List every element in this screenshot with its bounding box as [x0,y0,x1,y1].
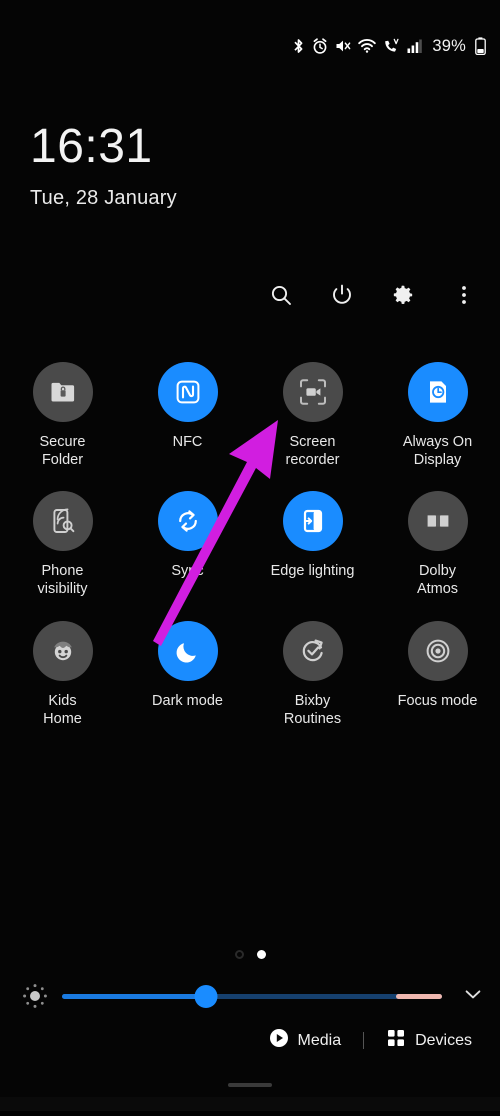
settings-gear-icon [391,283,415,307]
expand-brightness-button[interactable] [460,983,486,1009]
slider-thumb[interactable] [194,984,218,1008]
tile-icon-wrap [157,362,218,422]
tile-kids-home[interactable]: Kids Home [0,620,125,728]
status-icon-group: 39% [292,37,486,56]
tile-label: Phone visibility [37,563,88,598]
volte-call-icon [383,38,400,54]
tile-nfc[interactable]: NFC [125,362,250,469]
power-icon [330,283,354,307]
chevron-down-icon [461,982,485,1011]
search-icon [269,283,293,307]
nfc-icon [173,377,203,407]
play-circle-icon [269,1028,289,1053]
more-options-button[interactable] [450,281,478,309]
tile-screen-recorder[interactable]: Screen recorder [250,362,375,469]
tile-bixby-routines[interactable]: Bixby Routines [250,620,375,728]
dolby-atmos-icon [423,506,453,536]
more-options-icon [452,283,476,307]
tile-label: Edge lighting [270,563,355,580]
screen-recorder-icon [297,376,329,408]
quick-settings-panel: 39% 16:31 Tue, 28 January Secure Folder … [0,0,500,1111]
quick-settings-toolbar [267,281,478,309]
tile-edge-lighting[interactable]: Edge lighting [250,491,375,598]
search-button[interactable] [267,281,295,309]
secure-folder-icon [48,377,78,407]
tile-icon-wrap [282,362,343,422]
kids-home-icon [48,636,78,666]
footer-divider [363,1032,365,1049]
signal-icon [407,38,423,54]
alarm-icon [312,37,328,55]
tile-icon-wrap [282,620,343,681]
tile-dark-mode[interactable]: Dark mode [125,620,250,728]
battery-icon [475,37,486,55]
tile-label: Secure Folder [39,434,86,469]
tile-always-on-display[interactable]: Always On Display [375,362,500,469]
tile-label: Dolby Atmos [416,563,459,598]
tile-label: NFC [172,434,203,450]
wifi-icon [358,38,377,54]
tile-sync[interactable]: Sync [125,491,250,598]
tile-secure-folder[interactable]: Secure Folder [0,362,125,469]
always-on-display-icon [423,377,453,407]
tile-label: Always On Display [402,434,473,469]
tile-icon-wrap [157,491,218,552]
bluetooth-icon [292,38,305,55]
tile-icon-wrap [407,491,468,552]
brightness-row [0,978,500,1014]
devices-label: Devices [415,1031,472,1049]
phone-visibility-icon [48,506,78,536]
slider-end-segment [396,993,442,999]
tile-icon-wrap [407,362,468,422]
tile-label: Focus mode [397,692,478,709]
tile-icon-wrap [32,620,93,681]
tile-dolby-atmos[interactable]: Dolby Atmos [375,491,500,598]
power-button[interactable] [328,281,356,309]
tile-label: Sync [171,563,204,580]
page-indicator [0,950,500,959]
footer-bar: Media Devices [0,1028,500,1053]
tile-icon-wrap [282,491,343,552]
focus-mode-icon [423,636,453,666]
status-bar: 39% [0,0,500,92]
clock-time: 16:31 [30,120,153,173]
clock-date: Tue, 28 January [30,187,177,209]
bixby-routines-icon [298,636,328,666]
brightness-icon [20,981,50,1011]
devices-grid-icon [386,1028,406,1053]
tile-focus-mode[interactable]: Focus mode [375,620,500,728]
tile-label: Bixby Routines [283,692,342,727]
nav-gesture-handle[interactable] [228,1083,272,1087]
tile-icon-wrap [32,491,93,552]
tile-icon-wrap [157,620,218,681]
quick-toggle-grid: Secure Folder NFC Screen recorder Always… [0,362,500,728]
clock-block[interactable]: 16:31 Tue, 28 January [30,123,177,210]
tile-icon-wrap [32,362,93,422]
settings-button[interactable] [389,281,417,309]
tile-label: Screen recorder [285,434,340,469]
bottom-strip [0,1097,500,1111]
page-dot-2[interactable] [256,950,266,959]
tile-icon-wrap [407,620,468,681]
media-button[interactable]: Media [269,1028,342,1053]
tile-phone-visibility[interactable]: Phone visibility [0,491,125,598]
brightness-slider[interactable] [62,984,442,1008]
media-label: Media [297,1031,342,1049]
devices-button[interactable]: Devices [386,1028,472,1053]
tile-label: Kids Home [43,692,82,727]
page-dot-1[interactable] [234,950,244,959]
slider-fill [62,993,207,999]
mute-icon [335,38,351,54]
dark-mode-icon [173,636,203,666]
edge-lighting-icon [298,506,328,536]
battery-percent-label: 39% [432,36,466,55]
sync-icon [173,506,203,536]
tile-label: Dark mode [152,692,223,709]
